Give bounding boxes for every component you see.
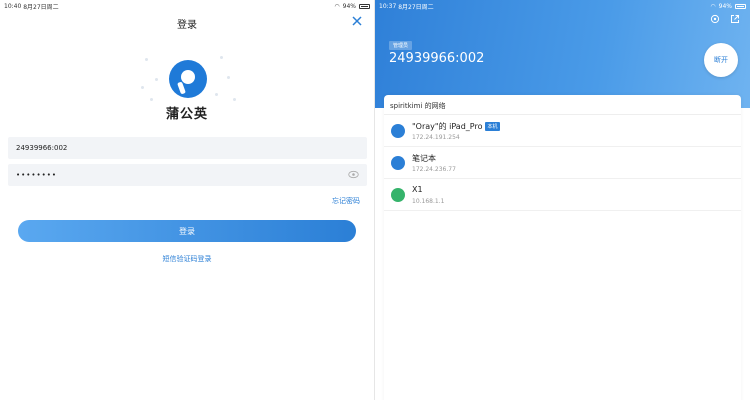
wifi-icon: ◠	[334, 2, 340, 10]
status-date: 8月27日周二	[23, 3, 59, 11]
status-bar: 10:37 8月27日周二 ◠ 94%	[375, 0, 750, 12]
device-ip: 172.24.191.254	[412, 134, 460, 141]
role-badge: 管理员	[389, 41, 413, 50]
router-icon	[391, 188, 405, 202]
device-ip: 10.168.1.1	[412, 198, 445, 205]
forgot-password-link[interactable]: 忘记密码	[332, 196, 360, 206]
username-input[interactable]: 24939966:002	[8, 137, 367, 159]
network-card: spiritkimi 的网络 "Oray"的 iPad_Pro 本机 172.2…	[384, 95, 741, 400]
close-icon[interactable]	[350, 14, 364, 28]
network-title: spiritkimi 的网络	[384, 95, 741, 115]
export-icon[interactable]	[730, 14, 740, 24]
gear-icon[interactable]	[710, 14, 720, 24]
password-input[interactable]: ••••••••	[8, 164, 367, 186]
disconnect-button[interactable]: 断开	[704, 43, 738, 77]
device-name-text: 笔记本	[412, 154, 436, 163]
battery-icon	[359, 3, 370, 9]
battery-percent: 94%	[718, 2, 732, 10]
dandelion-logo-icon	[169, 60, 207, 98]
device-name: 笔记本	[412, 153, 436, 164]
status-time: 10:37	[379, 2, 397, 10]
login-button[interactable]: 登录	[18, 220, 356, 242]
brand-name: 蒲公英	[165, 107, 208, 122]
page-title: 登录	[177, 20, 197, 31]
battery-icon	[735, 3, 746, 9]
wifi-icon: ◠	[710, 2, 716, 10]
person-icon	[391, 124, 405, 138]
network-screen: 10:37 8月27日周二 ◠ 94% 管理员 24939966:002 断开 …	[375, 0, 750, 400]
status-date: 8月27日周二	[398, 3, 434, 11]
username-value: 24939966:002	[16, 144, 68, 152]
device-row[interactable]: X1 10.168.1.1	[384, 179, 741, 211]
password-value: ••••••••	[16, 171, 58, 179]
device-row[interactable]: 笔记本 172.24.236.77	[384, 147, 741, 179]
sms-login-link[interactable]: 短信验证码登录	[0, 254, 374, 264]
status-bar: 10:40 8月27日周二 ◠ 94%	[0, 0, 374, 12]
network-header: 10:37 8月27日周二 ◠ 94% 管理员 24939966:002 断开	[375, 0, 750, 108]
device-name: X1	[412, 185, 423, 194]
login-screen: 10:40 8月27日周二 ◠ 94% 登录 蒲公英 24939966:002 …	[0, 0, 375, 400]
status-time: 10:40	[4, 2, 22, 10]
device-name-text: X1	[412, 185, 423, 194]
device-ip: 172.24.236.77	[412, 166, 456, 173]
device-row[interactable]: "Oray"的 iPad_Pro 本机 172.24.191.254	[384, 115, 741, 147]
eye-icon[interactable]	[348, 170, 359, 179]
battery-percent: 94%	[342, 2, 356, 10]
person-icon	[391, 156, 405, 170]
sn-code: 24939966:002	[389, 51, 485, 66]
device-name: "Oray"的 iPad_Pro 本机	[412, 121, 500, 132]
local-device-badge: 本机	[485, 122, 500, 131]
device-name-text: "Oray"的 iPad_Pro	[412, 122, 483, 131]
